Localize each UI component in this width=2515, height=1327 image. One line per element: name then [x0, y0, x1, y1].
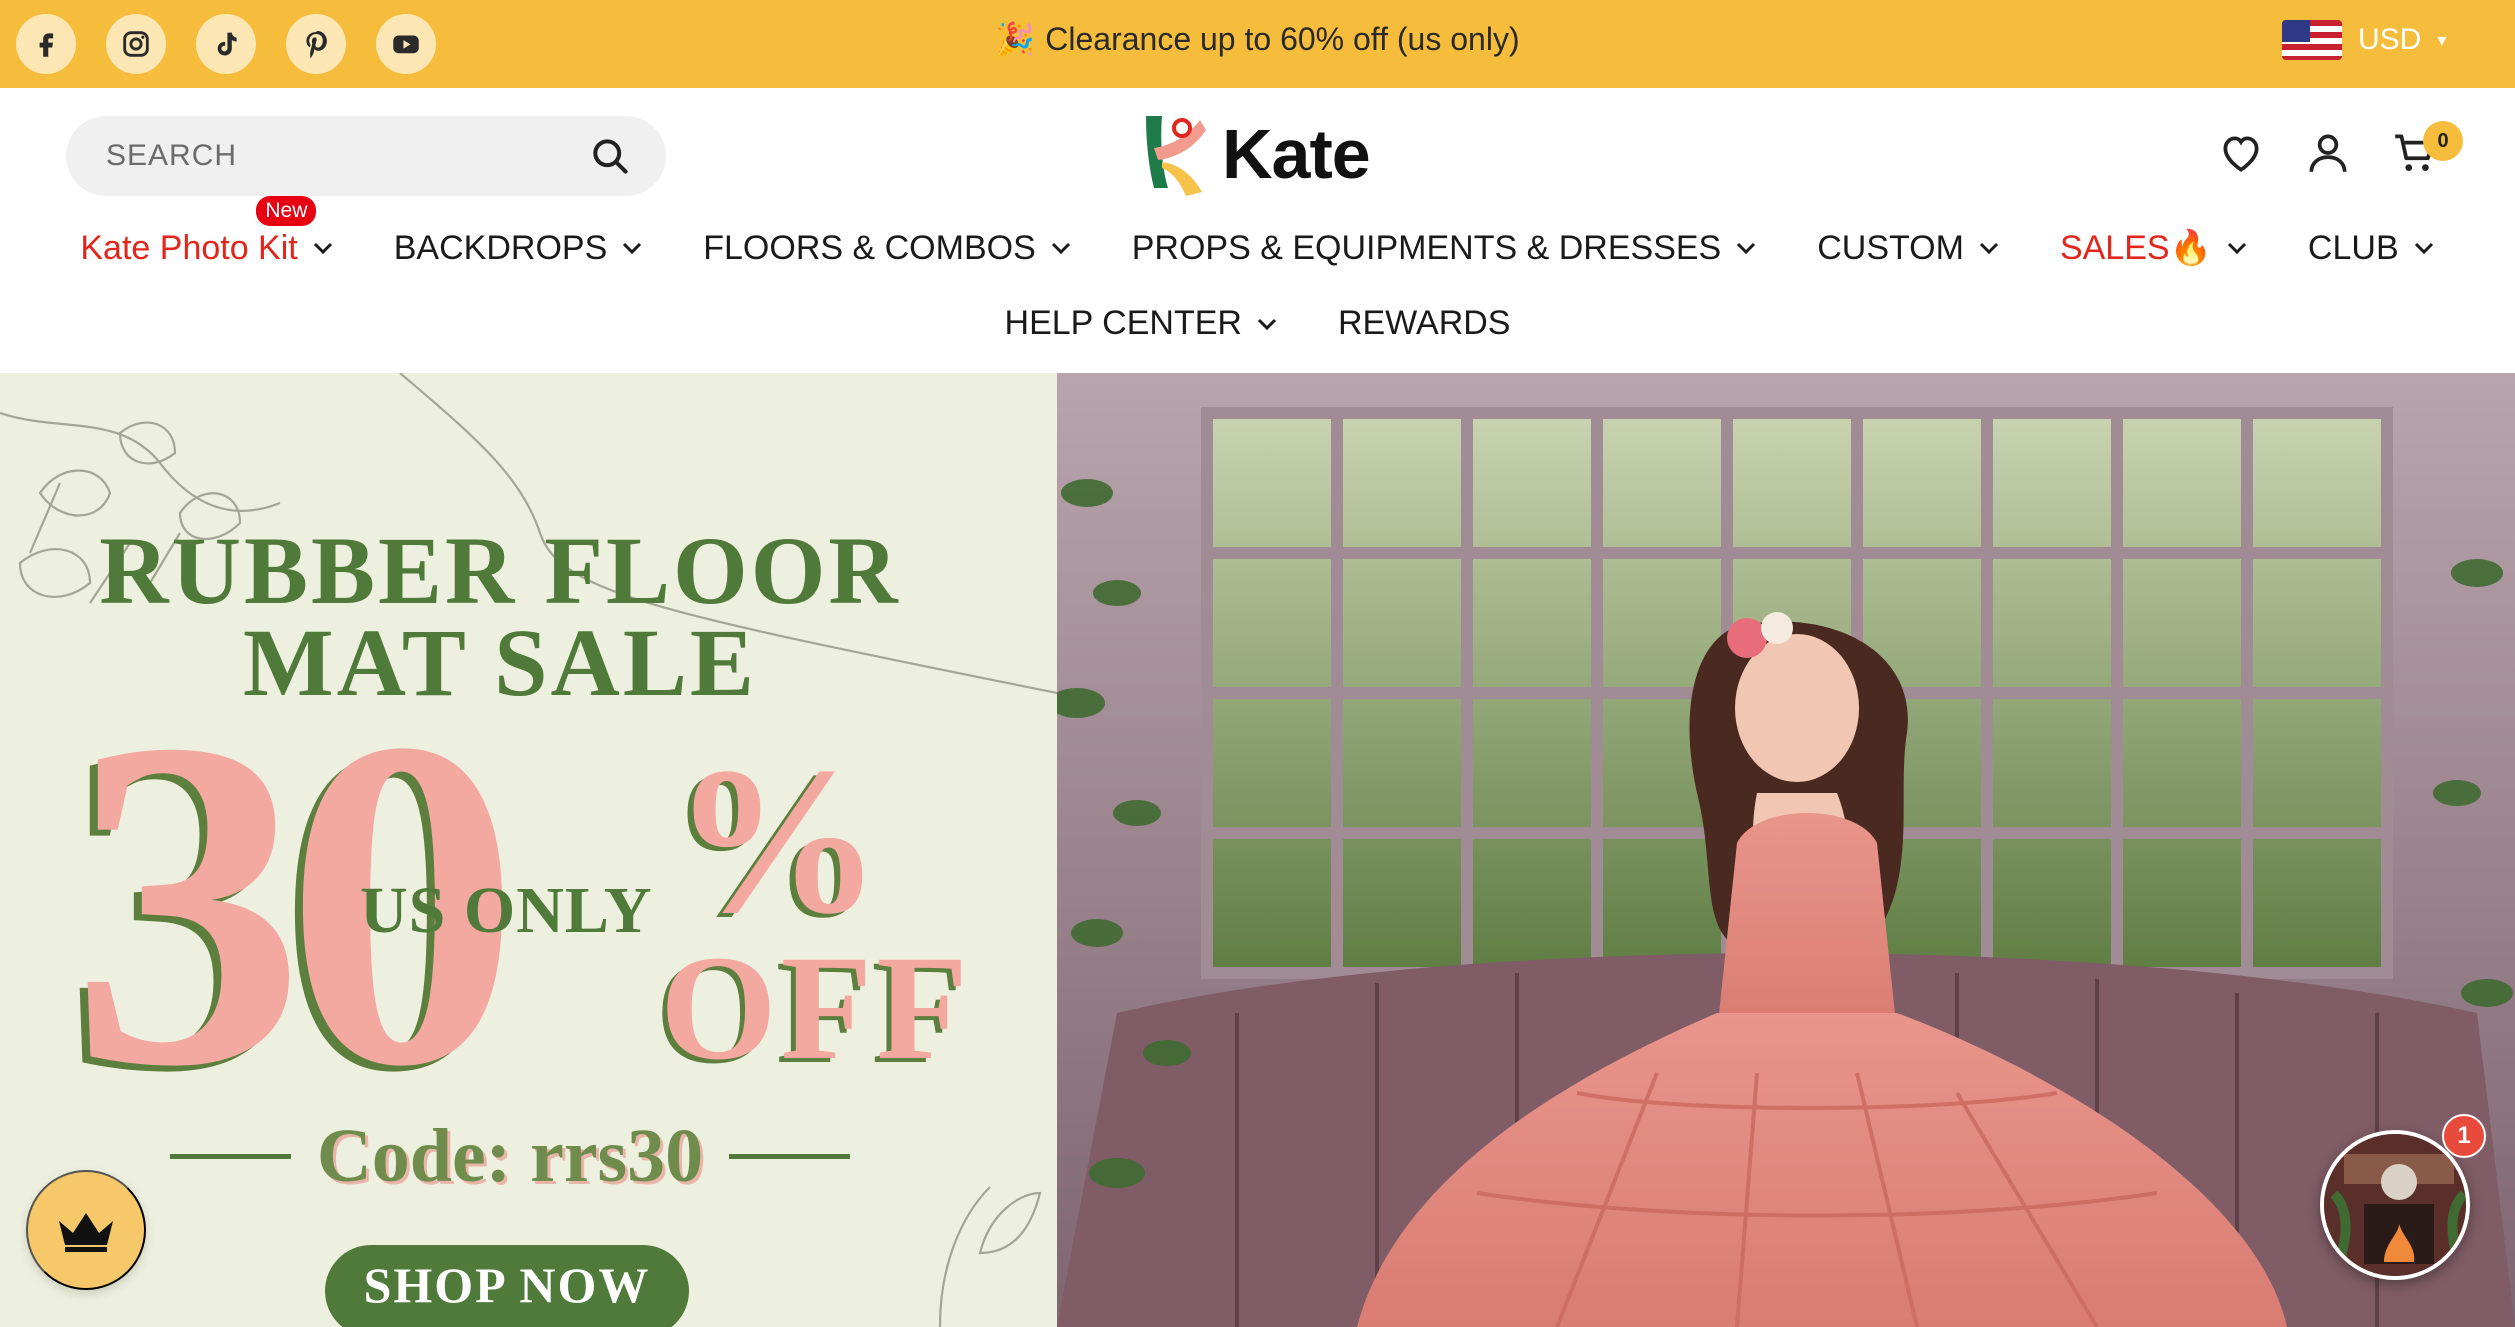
nav-item-help-center[interactable]: HELP CENTER — [1005, 304, 1278, 343]
nav-item-props-equipments-dresses[interactable]: PROPS & EQUIPMENTS & DRESSES — [1132, 228, 1757, 268]
announcement-bar: 🎉 Clearance up to 60% off (us only) USD ▾ — [0, 0, 2515, 88]
nav-item-label: Kate Photo Kit — [80, 228, 298, 267]
nav-item-label: CLUB — [2307, 228, 2399, 267]
chevron-down-icon — [1051, 242, 1070, 255]
new-badge: New — [256, 196, 317, 226]
chevron-down-icon — [2227, 242, 2246, 255]
nav-item-sales[interactable]: SALES🔥 — [2060, 228, 2248, 268]
hero-photo — [1057, 373, 2515, 1327]
promo-code: Code: rrs30 — [170, 1113, 851, 1200]
percent-sign: % — [672, 725, 882, 957]
rewards-launcher-button[interactable] — [26, 1170, 146, 1290]
announcement-label: Clearance up to 60% off (us only) — [1045, 21, 1520, 57]
nav-item-kate-photo-kit[interactable]: Kate Photo Kit New — [80, 196, 333, 268]
nav-item-rewards[interactable]: REWARDS — [1338, 304, 1511, 343]
hero-banner[interactable]: RUBBER FLOOR MAT SALE 30 US ONLY % OFF C… — [0, 373, 2515, 1327]
search-icon[interactable] — [588, 134, 632, 178]
logo-wordmark: Kate — [1222, 115, 1371, 193]
kate-logo-mark — [1146, 116, 1206, 196]
chevron-down-icon — [623, 242, 642, 255]
chevron-down-icon — [1257, 318, 1277, 330]
region-label: US ONLY — [360, 874, 653, 947]
cart-count-badge: 0 — [2423, 121, 2463, 161]
nav-item-label: SALES🔥 — [2059, 229, 2212, 267]
nav-item-floors-combos[interactable]: FLOORS & COMBOS — [703, 228, 1072, 268]
announcement-text[interactable]: 🎉 Clearance up to 60% off (us only) — [0, 20, 2515, 58]
nav-item-label: HELP CENTER — [1004, 304, 1242, 342]
search-bar — [66, 116, 666, 196]
chevron-down-icon — [313, 242, 332, 255]
nav-item-backdrops[interactable]: BACKDROPS — [394, 228, 644, 268]
main-nav-row-2: HELP CENTER REWARDS — [0, 304, 2515, 343]
nav-item-label: BACKDROPS — [393, 228, 608, 267]
nav-item-label: FLOORS & COMBOS — [703, 228, 1036, 267]
currency-code: USD — [2358, 23, 2422, 56]
chevron-down-icon — [1979, 242, 1999, 255]
divider-line — [170, 1154, 291, 1159]
promo-code-text: Code: rrs30 — [316, 1114, 704, 1198]
user-icon[interactable] — [2303, 128, 2353, 178]
nav-item-label: PROPS & EQUIPMENTS & DRESSES — [1131, 228, 1722, 267]
chevron-down-icon — [2414, 242, 2433, 255]
promo-title-line1: RUBBER FLOOR — [99, 517, 901, 624]
nav-item-label: CUSTOM — [1817, 228, 1964, 267]
chevron-down-icon — [1737, 242, 1756, 255]
girl-in-pink-dress-photo — [1057, 373, 2515, 1327]
video-popup-thumbnail[interactable] — [2320, 1130, 2470, 1280]
divider-line — [729, 1154, 851, 1159]
crown-icon — [59, 1213, 113, 1252]
promo-panel: RUBBER FLOOR MAT SALE 30 US ONLY % OFF C… — [0, 373, 1057, 1327]
shop-now-button[interactable]: SHOP NOW — [325, 1245, 689, 1327]
off-label: OFF — [660, 925, 972, 1091]
nav-item-custom[interactable]: CUSTOM — [1817, 228, 2000, 268]
search-input[interactable] — [106, 132, 586, 180]
nav-item-club[interactable]: CLUB — [2308, 228, 2435, 268]
nav-item-label: REWARDS — [1337, 304, 1511, 342]
party-icon: 🎉 — [995, 21, 1036, 57]
chevron-down-icon: ▾ — [2437, 29, 2447, 50]
main-nav-row-1: Kate Photo Kit New BACKDROPS FLOORS & CO… — [0, 196, 2515, 268]
site-logo[interactable]: Kate — [1140, 108, 1371, 200]
currency-selector[interactable]: USD ▾ — [2282, 20, 2446, 60]
heart-icon[interactable] — [2216, 128, 2266, 178]
us-flag-icon — [2282, 20, 2342, 60]
notification-badge: 1 — [2442, 1114, 2486, 1158]
